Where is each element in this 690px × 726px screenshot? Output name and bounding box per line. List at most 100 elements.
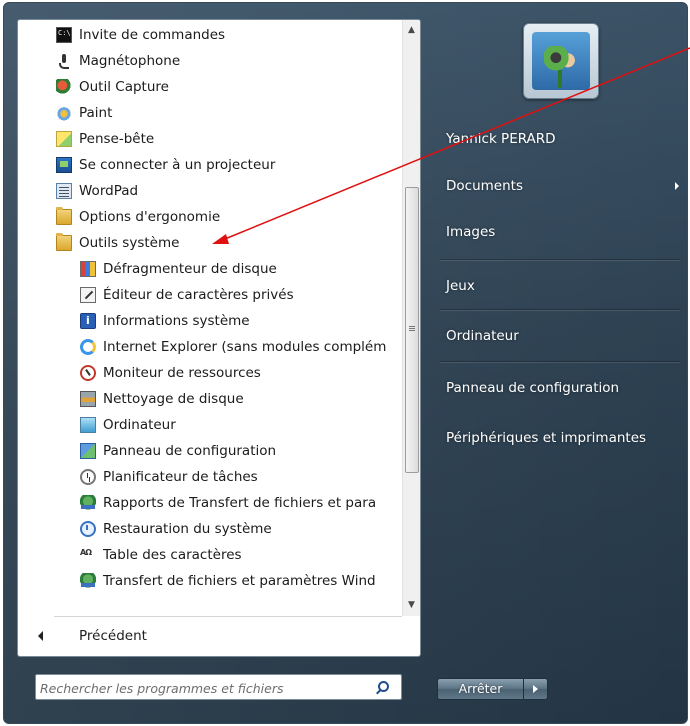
system-restore-icon [80,521,96,537]
program-label: Pense-bête [79,131,155,147]
programs-pane: Invite de commandes Magnétophone Outil C… [17,19,421,657]
projector-icon [56,157,72,173]
program-item-projecteur[interactable]: Se connecter à un projecteur [18,152,402,178]
link-label: Jeux [446,278,475,294]
user-name-link[interactable]: Yannick PERARD [433,122,687,156]
chevron-right-icon [533,685,538,693]
computer-icon [80,417,96,433]
scroll-down-arrow-icon[interactable]: ▼ [403,597,420,614]
disk-cleanup-icon [80,391,96,407]
program-label: WordPad [79,183,139,199]
program-label: Outils système [79,235,180,251]
program-item-moniteur-ressources[interactable]: Moniteur de ressources [18,360,402,386]
panneau-configuration-link[interactable]: Panneau de configuration [433,371,687,405]
resource-monitor-icon [80,365,96,381]
flower-picture-icon [532,32,590,90]
program-item-pense-bete[interactable]: Pense-bête [18,126,402,152]
program-label: Planificateur de tâches [103,469,258,485]
search-box[interactable] [35,674,402,700]
system-info-icon [80,313,96,329]
link-label: Images [446,224,496,240]
program-label: Panneau de configuration [103,443,277,459]
defrag-icon [80,261,96,277]
images-link[interactable]: Images [433,215,687,249]
program-label: Outil Capture [79,79,169,95]
program-label: Internet Explorer (sans modules complém [103,339,387,355]
character-map-icon [80,547,96,563]
program-label: Magnétophone [79,53,181,69]
program-label: Restauration du système [103,521,272,537]
link-label: Panneau de configuration [446,380,620,396]
folder-options-ergonomie[interactable]: Options d'ergonomie [18,204,402,230]
divider [440,309,680,310]
shutdown-options-button[interactable] [524,678,548,700]
task-scheduler-icon [80,469,96,485]
back-button[interactable]: Précédent [18,620,420,652]
link-label: Périphériques et imprimantes [446,430,647,446]
character-editor-icon [80,287,96,303]
shutdown-button[interactable]: Arrêter [437,678,524,700]
program-item-informations-systeme[interactable]: Informations système [18,308,402,334]
program-item-restauration-systeme[interactable]: Restauration du système [18,516,402,542]
program-label: Informations système [103,313,250,329]
program-item-ordinateur[interactable]: Ordinateur [18,412,402,438]
search-icon[interactable] [378,681,389,692]
program-item-magnetophone[interactable]: Magnétophone [18,48,402,74]
program-item-rapports-transfert[interactable]: Rapports de Transfert de fichiers et par… [18,490,402,516]
program-item-invite-de-commandes[interactable]: Invite de commandes [18,22,402,48]
program-item-wordpad[interactable]: WordPad [18,178,402,204]
program-label: Nettoyage de disque [103,391,244,407]
folder-icon [56,207,72,225]
submenu-arrow-icon [675,182,679,190]
scroll-thumb[interactable] [405,187,419,473]
program-label: Se connecter à un projecteur [79,157,276,173]
grip-icon [409,326,415,327]
divider [440,259,680,260]
program-label: Défragmenteur de disque [103,261,277,277]
folder-outils-systeme[interactable]: Outils système [18,230,402,256]
program-label: Moniteur de ressources [103,365,261,381]
paint-icon [56,105,72,121]
program-list: Invite de commandes Magnétophone Outil C… [18,20,402,616]
link-label: Ordinateur [446,328,519,344]
microphone-icon [56,53,72,69]
peripheriques-imprimantes-link[interactable]: Périphériques et imprimantes [433,421,687,455]
link-label: Documents [446,178,523,194]
divider [440,361,680,362]
program-label: Transfert de fichiers et paramètres Wind [103,573,376,589]
program-item-nettoyage-disque[interactable]: Nettoyage de disque [18,386,402,412]
control-panel-icon [80,443,96,459]
program-label: Rapports de Transfert de fichiers et par… [103,495,377,511]
divider [54,616,402,617]
program-item-panneau-configuration[interactable]: Panneau de configuration [18,438,402,464]
snipping-tool-icon [56,79,72,95]
program-item-defragmenteur[interactable]: Défragmenteur de disque [18,256,402,282]
folder-icon [56,233,72,251]
cmd-icon [56,27,72,43]
user-avatar[interactable] [523,23,599,99]
program-item-paint[interactable]: Paint [18,100,402,126]
program-label: Options d'ergonomie [79,209,221,225]
back-label: Précédent [79,628,147,644]
easy-transfer-icon [80,495,96,511]
program-item-outil-capture[interactable]: Outil Capture [18,74,402,100]
ordinateur-link[interactable]: Ordinateur [433,319,687,353]
program-label: Paint [79,105,113,121]
documents-link[interactable]: Documents [433,169,687,203]
program-item-planificateur-taches[interactable]: Planificateur de tâches [18,464,402,490]
program-item-editeur-caracteres[interactable]: Éditeur de caractères privés [18,282,402,308]
program-item-table-caracteres[interactable]: Table des caractères [18,542,402,568]
wordpad-icon [56,183,72,199]
search-input[interactable] [40,679,360,697]
jeux-link[interactable]: Jeux [433,269,687,303]
link-label: Yannick PERARD [446,131,556,147]
program-label: Invite de commandes [79,27,226,43]
program-item-internet-explorer[interactable]: Internet Explorer (sans modules complém [18,334,402,360]
program-label: Ordinateur [103,417,176,433]
program-list-scrollbar[interactable]: ▲ ▼ [402,20,420,616]
internet-explorer-icon [80,339,96,355]
program-item-transfert-fichiers[interactable]: Transfert de fichiers et paramètres Wind [18,568,402,594]
program-label: Table des caractères [103,547,242,563]
scroll-up-arrow-icon[interactable]: ▲ [403,22,420,39]
start-menu: Invite de commandes Magnétophone Outil C… [3,2,688,724]
